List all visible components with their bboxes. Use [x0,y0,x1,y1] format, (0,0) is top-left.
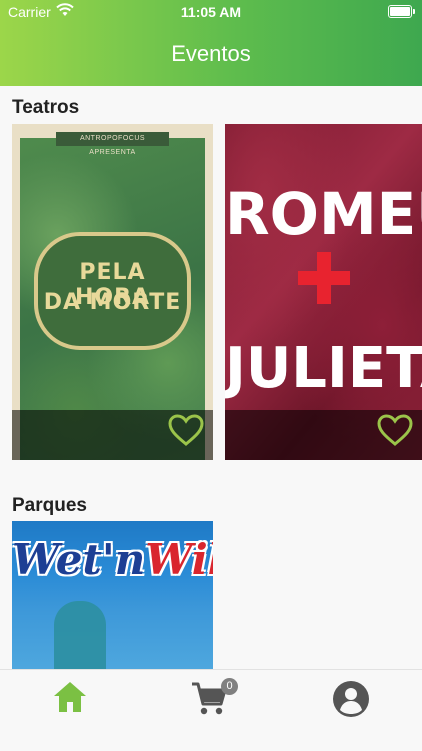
favorite-bar [12,410,213,460]
battery-icon [388,5,415,18]
home-icon [52,682,88,718]
poster-image [54,601,106,669]
tab-bar: 0 [0,669,422,751]
plus-mark-h [298,271,350,285]
poster-title-line1: ROMEU [225,180,422,248]
poster-title-line2: DA MORTE [43,290,182,315]
favorite-bar [225,410,422,460]
poster-title-frame: PELA HORA DA MORTE [34,232,191,350]
user-icon [332,681,370,722]
logo-part1: Wet'n [12,535,146,584]
status-bar: Carrier 11:05 AM [0,0,422,24]
tab-home[interactable] [52,680,88,719]
app-header: Carrier 11:05 AM Eventos [0,0,422,86]
cart-badge: 0 [221,678,238,695]
section-title-teatros: Teatros [12,97,80,118]
tab-cart[interactable]: 0 [190,678,238,723]
tab-profile[interactable] [332,680,370,723]
event-card-wet-n-wild[interactable]: Wet'nWild [12,521,213,669]
section-title-parques: Parques [12,495,87,516]
park-logo: Wet'nWild [12,535,213,591]
clock: 11:05 AM [180,4,242,20]
heart-icon[interactable] [167,413,205,452]
event-card-pela-hora-da-morte[interactable]: ANTROPOFOCUS APRESENTA PELA HORA DA MORT… [12,124,213,460]
cart-icon: 0 [190,678,238,723]
page-title: Eventos [171,41,251,66]
heart-icon[interactable] [376,413,414,452]
poster-title-line2: JULIETA [225,336,422,401]
poster-top-text: ANTROPOFOCUS APRESENTA [56,132,169,156]
event-card-romeu-julieta[interactable]: ROMEU JULIETA [225,124,422,460]
logo-part2: Wild [145,535,213,584]
